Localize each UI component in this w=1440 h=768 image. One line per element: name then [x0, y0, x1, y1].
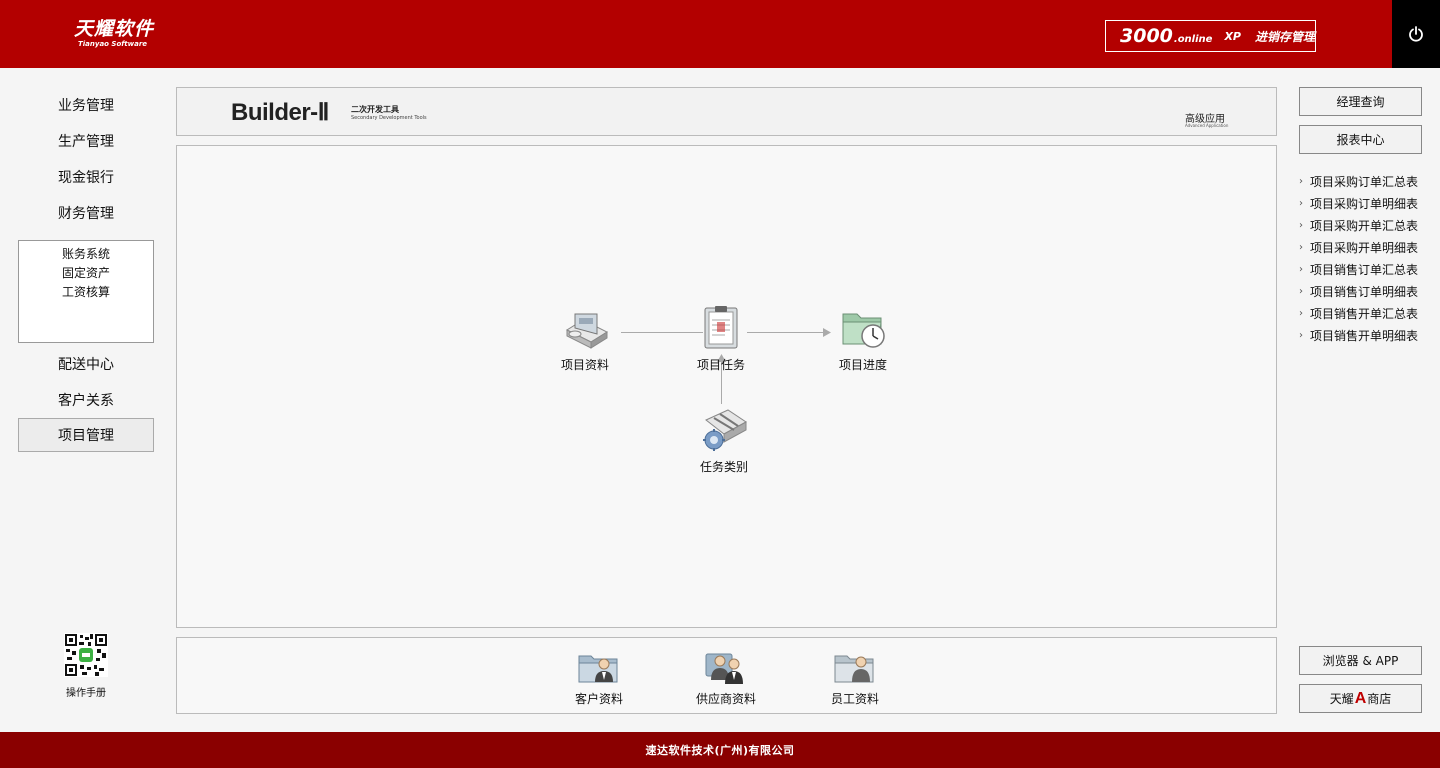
customer-icon [578, 655, 618, 683]
badge-online: .online [1173, 33, 1213, 45]
store-a-icon: A [1354, 689, 1367, 707]
submenu-item-fixed-assets[interactable]: 固定资产 [19, 264, 153, 283]
badge-xp: XP [1224, 29, 1241, 43]
power-button[interactable] [1392, 0, 1440, 68]
manual-qr-code[interactable] [64, 633, 108, 681]
power-icon [1409, 26, 1423, 42]
builder-banner: Builder-Ⅱ 二次开发工具 Secondary Development T… [176, 87, 1277, 136]
company-logo: 天耀软件 Tianyao Software [74, 18, 154, 48]
footer: 速达软件技术(广州)有限公司 [0, 732, 1440, 768]
sidebar-item-production[interactable]: 生产管理 [18, 124, 154, 158]
submenu-item-payroll[interactable]: 工资核算 [19, 283, 153, 302]
report-link-label: 项目销售订单汇总表 [1310, 262, 1419, 277]
sidebar-item-business[interactable]: 业务管理 [18, 88, 154, 122]
sidebar-item-cash-bank[interactable]: 现金银行 [18, 160, 154, 194]
report-link-label: 项目采购订单明细表 [1310, 196, 1419, 211]
basic-data-bar: 客户资料 供应商资料 员工资料 [176, 637, 1277, 714]
report-link[interactable]: › 项目销售开单汇总表 [1299, 302, 1429, 324]
node-label-project-info: 项目资料 [560, 358, 609, 372]
node-label-task-category: 任务类别 [699, 460, 748, 474]
node-project-progress[interactable]: 项目进度 [823, 306, 903, 373]
logo-cn: 天耀软件 [74, 18, 155, 40]
report-link[interactable]: › 项目采购开单明细表 [1299, 236, 1429, 258]
node-label-project-task: 项目任务 [696, 358, 745, 372]
node-task-category[interactable]: 任务类别 [684, 408, 764, 475]
builder-subtitle-cn: 二次开发工具 [351, 105, 399, 114]
supplier-data-button[interactable]: 供应商资料 [686, 650, 766, 707]
report-link-label: 项目采购开单汇总表 [1310, 218, 1419, 233]
report-center-button[interactable]: 报表中心 [1299, 125, 1422, 154]
submenu-item-accounting[interactable]: 账务系统 [19, 245, 153, 264]
report-link[interactable]: › 项目采购开单汇总表 [1299, 214, 1429, 236]
chevron-right-icon: › [1299, 197, 1303, 209]
report-link-label: 项目采购开单明细表 [1310, 240, 1419, 255]
chevron-right-icon: › [1299, 329, 1303, 341]
node-label-project-progress: 项目进度 [838, 358, 887, 372]
project-info-icon [565, 313, 609, 349]
qr-code-icon [64, 633, 108, 677]
report-link[interactable]: › 项目销售订单汇总表 [1299, 258, 1429, 280]
report-list: › 项目采购订单汇总表 › 项目采购订单明细表 › 项目采购开单汇总表 › 项目采购开单… [1299, 170, 1429, 346]
report-link-label: 项目销售订单明细表 [1310, 284, 1419, 299]
finance-submenu: 账务系统 固定资产 工资核算 [18, 240, 154, 343]
task-category-icon [703, 409, 747, 451]
chevron-right-icon: › [1299, 263, 1303, 275]
report-link[interactable]: › 项目采购订单明细表 [1299, 192, 1429, 214]
store-prefix: 天耀 [1329, 692, 1354, 706]
node-project-info[interactable]: 项目资料 [545, 306, 625, 373]
browser-app-button[interactable]: 浏览器 & APP [1299, 646, 1422, 675]
supplier-icon [705, 653, 743, 684]
manual-label[interactable]: 操作手册 [58, 684, 114, 699]
report-link[interactable]: › 项目销售订单明细表 [1299, 280, 1429, 302]
builder-subtitle-en: Secondary Development Tools [351, 115, 427, 121]
sidebar-item-distribution[interactable]: 配送中心 [18, 347, 154, 381]
sidebar-item-finance[interactable]: 财务管理 [18, 196, 154, 230]
builder-title: Builder-Ⅱ [231, 99, 329, 126]
project-task-icon [704, 306, 738, 349]
badge-number: 3000 [1120, 25, 1173, 47]
employee-icon [834, 655, 874, 683]
report-link[interactable]: › 项目销售开单明细表 [1299, 324, 1429, 346]
chevron-right-icon: › [1299, 241, 1303, 253]
store-suffix: 商店 [1367, 692, 1392, 706]
customer-data-button[interactable]: 客户资料 [559, 650, 639, 707]
logo-en: Tianyao Software [78, 40, 148, 48]
node-project-task[interactable]: 项目任务 [681, 306, 761, 373]
store-button[interactable]: 天耀 A 商店 [1299, 684, 1422, 713]
employee-data-label: 员工资料 [830, 692, 879, 706]
report-link-label: 项目采购订单汇总表 [1310, 174, 1419, 189]
footer-company: 速达软件技术(广州)有限公司 [645, 744, 795, 757]
top-header: 天耀软件 Tianyao Software 3000 .online XP 进销… [0, 0, 1440, 68]
chevron-right-icon: › [1299, 285, 1303, 297]
sidebar-item-project[interactable]: 项目管理 [18, 418, 154, 452]
chevron-right-icon: › [1299, 307, 1303, 319]
product-badge: 3000 .online XP 进销存管理 [1105, 20, 1316, 52]
chevron-right-icon: › [1299, 219, 1303, 231]
employee-data-button[interactable]: 员工资料 [815, 650, 895, 707]
chevron-right-icon: › [1299, 175, 1303, 187]
project-flow-workspace: 项目资料 项目任务 项目进度 任务类别 [176, 145, 1277, 628]
customer-data-label: 客户资料 [574, 692, 623, 706]
supplier-data-label: 供应商资料 [695, 692, 756, 706]
badge-name: 进销存管理 [1254, 29, 1315, 44]
sidebar-item-crm[interactable]: 客户关系 [18, 383, 154, 417]
report-link[interactable]: › 项目采购订单汇总表 [1299, 170, 1429, 192]
report-link-label: 项目销售开单明细表 [1310, 328, 1419, 343]
manager-query-button[interactable]: 经理查询 [1299, 87, 1422, 116]
report-link-label: 项目销售开单汇总表 [1310, 306, 1419, 321]
advanced-application-en: Advanced Application [1185, 123, 1229, 128]
project-progress-icon [842, 313, 885, 348]
